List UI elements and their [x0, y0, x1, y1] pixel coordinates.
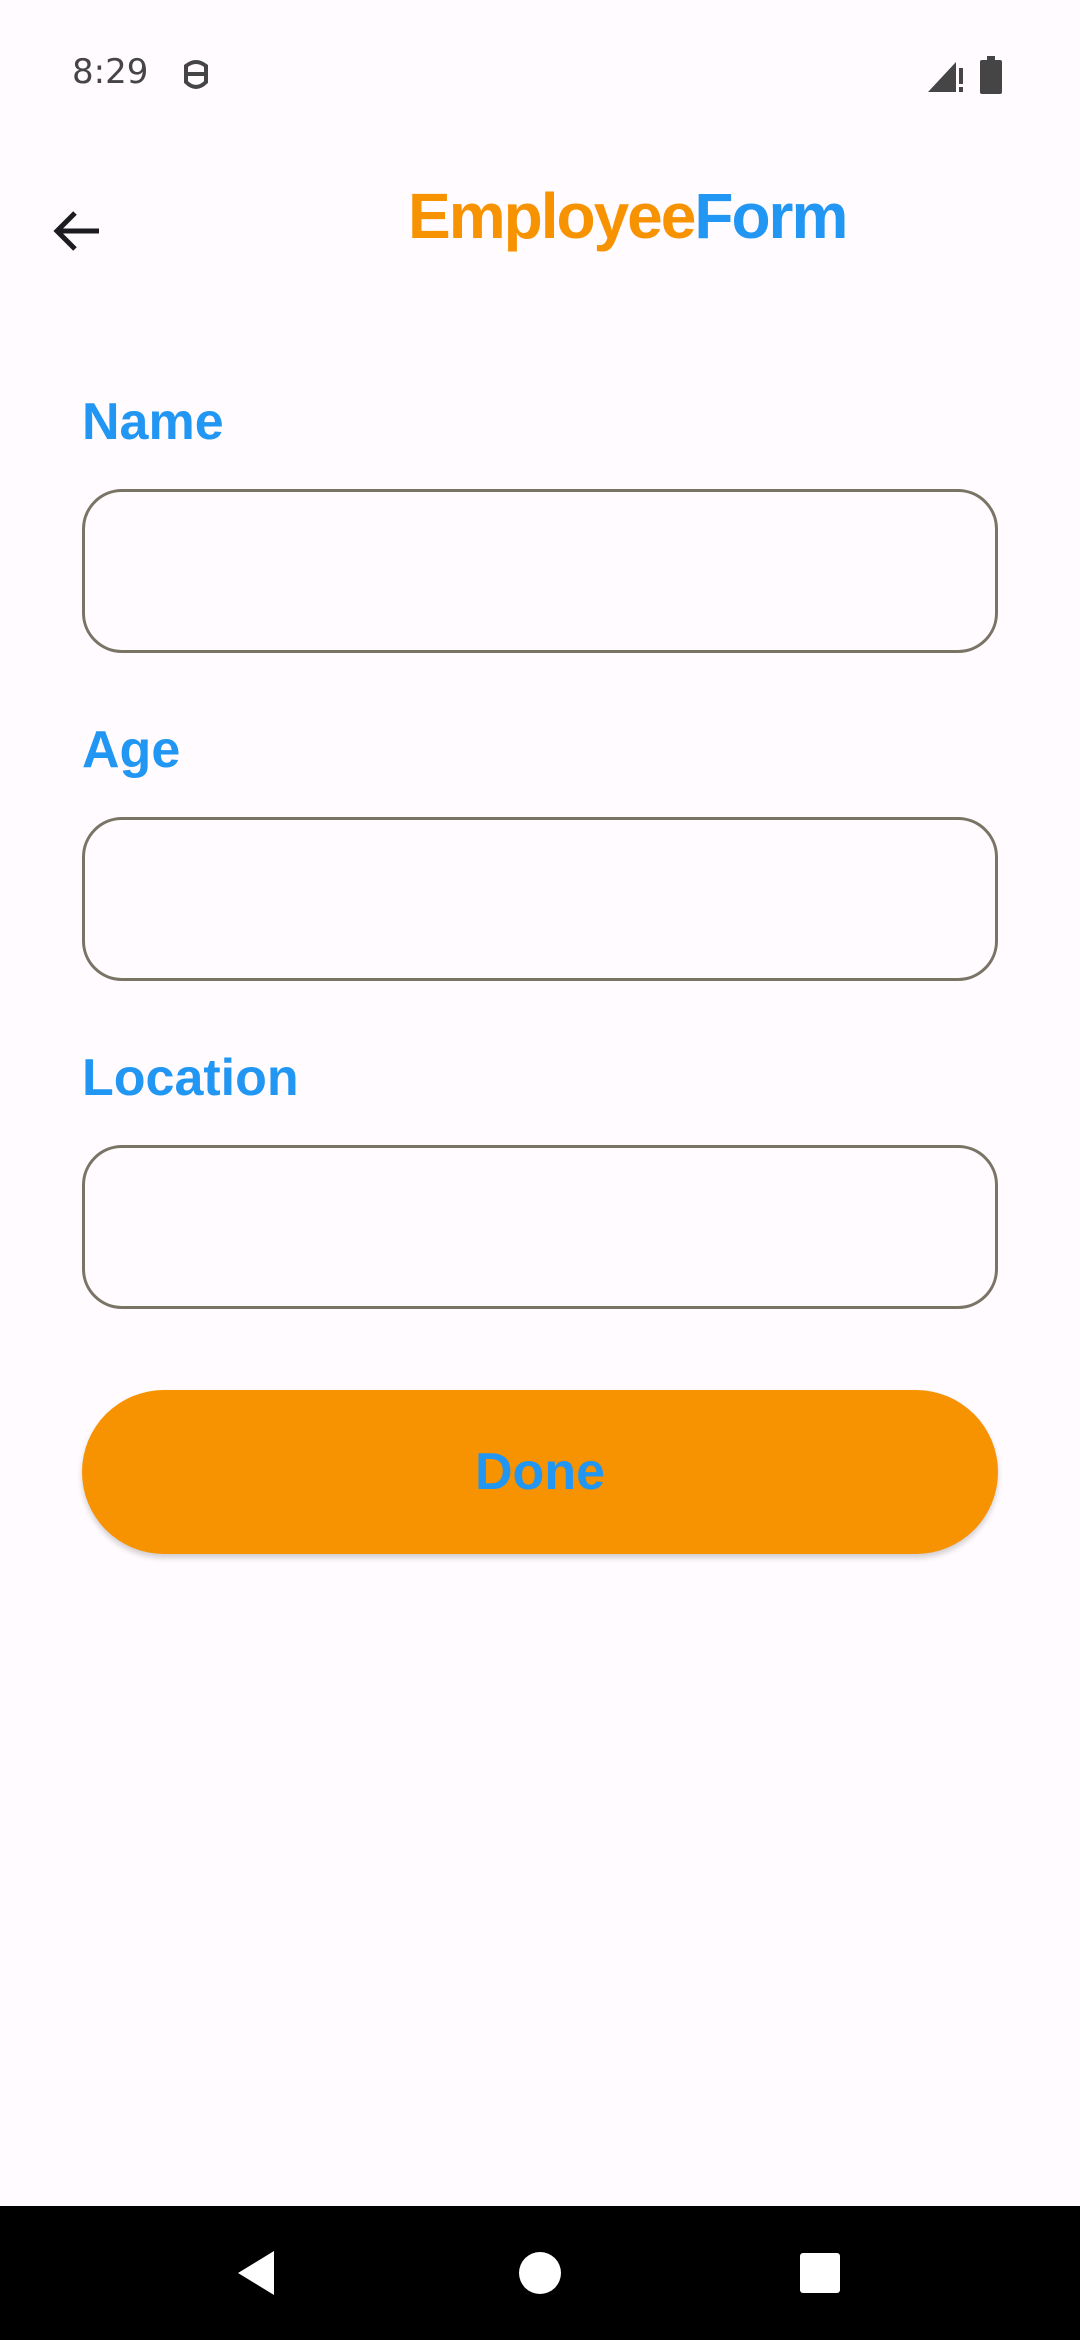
page-title: EmployeeForm [408, 184, 848, 248]
robot-icon [184, 60, 208, 89]
name-input[interactable] [82, 489, 998, 653]
back-button[interactable] [36, 190, 118, 272]
battery-icon [980, 56, 1002, 94]
done-button[interactable]: Done [82, 1390, 998, 1554]
nav-recents-button[interactable] [760, 2206, 880, 2340]
nav-back-button[interactable] [196, 2206, 316, 2340]
back-triangle-icon [238, 2251, 274, 2295]
location-input[interactable] [82, 1145, 998, 1309]
home-circle-icon [519, 2252, 561, 2294]
status-time: 8:29 [72, 52, 149, 92]
recents-square-icon [800, 2253, 840, 2293]
nav-home-button[interactable] [480, 2206, 600, 2340]
name-label: Name [82, 393, 224, 451]
system-nav-bar [0, 2206, 1080, 2340]
location-label: Location [82, 1049, 299, 1107]
age-input[interactable] [82, 817, 998, 981]
top-app-bar: EmployeeForm [0, 150, 1080, 300]
arrow-left-icon [53, 211, 99, 251]
title-employee: Employee [408, 180, 696, 252]
age-label: Age [82, 721, 181, 779]
signal-icon [928, 62, 963, 92]
status-bar: 8:29 [0, 0, 1080, 150]
title-form: Form [694, 180, 848, 252]
